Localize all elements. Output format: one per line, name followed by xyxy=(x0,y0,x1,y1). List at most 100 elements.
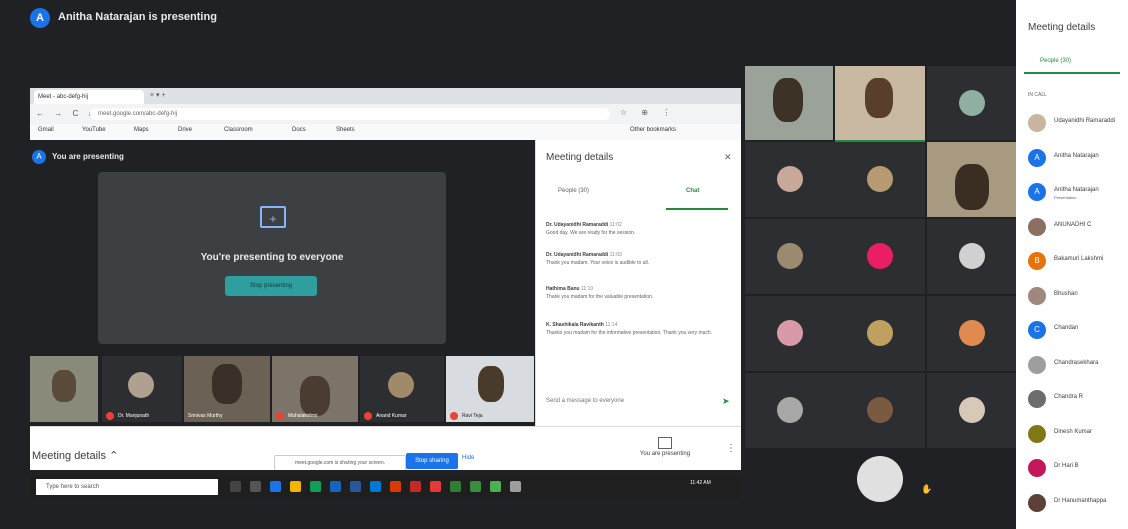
grid-tile[interactable] xyxy=(745,66,833,140)
strip-tile[interactable]: Anand Kumar xyxy=(360,356,444,422)
hide-button[interactable]: Hide xyxy=(462,455,474,461)
participant-row[interactable]: Dr Hari B xyxy=(1028,457,1128,481)
taskbar-app-icon[interactable] xyxy=(310,481,321,492)
stop-sharing-button[interactable]: Stop sharing xyxy=(406,453,458,469)
strip-tile[interactable]: Ravi Teja xyxy=(446,356,534,422)
grid-tile[interactable] xyxy=(745,296,835,371)
tab-controls[interactable]: × ▾ + xyxy=(150,91,166,99)
grid-tile-active-speaker[interactable] xyxy=(835,66,925,142)
grid-tile[interactable] xyxy=(745,373,835,448)
more-options-icon[interactable]: ⋮ xyxy=(726,443,736,454)
present-screen-icon: + xyxy=(260,206,286,228)
tab-chat[interactable]: Chat xyxy=(686,188,699,194)
participant-row[interactable]: Chandrasekhara xyxy=(1028,354,1128,378)
participant-grid: ✋ xyxy=(745,66,1016,529)
participant-row[interactable]: Chandra R xyxy=(1028,388,1128,412)
stop-presenting-button[interactable]: Stop presenting xyxy=(225,276,317,296)
avatar xyxy=(867,243,893,269)
bookmark-item[interactable]: Maps xyxy=(134,127,149,133)
bookmark-item[interactable]: Docs xyxy=(292,127,306,133)
url-field[interactable]: meet.google.com/abc-defg-hij xyxy=(90,108,610,120)
participants-panel-title: Meeting details xyxy=(1028,22,1096,33)
taskbar-app-icon[interactable] xyxy=(350,481,361,492)
participant-video-face xyxy=(955,164,989,210)
participant-video-face xyxy=(212,364,242,404)
bookmark-item[interactable]: Drive xyxy=(178,127,192,133)
chat-input[interactable]: Send a message to everyone xyxy=(546,398,624,404)
participant-row[interactable]: Dinesh Kumar xyxy=(1028,423,1128,447)
taskbar-app-icon[interactable] xyxy=(450,481,461,492)
participant-row[interactable]: A Anitha Natarajan Presentation xyxy=(1028,181,1128,205)
you-are-presenting-button[interactable]: You are presenting xyxy=(630,437,700,457)
tab-people[interactable]: People (30) xyxy=(1040,58,1071,64)
grid-tile[interactable] xyxy=(927,142,1016,217)
avatar xyxy=(857,456,903,502)
nav-buttons[interactable]: ← → C ⌂ xyxy=(36,109,97,118)
strip-tile[interactable]: Dr. Manjunath xyxy=(102,356,182,422)
toolbar-icons[interactable]: ☆ ⊕ ⋮ xyxy=(620,108,676,117)
grid-tile[interactable] xyxy=(927,219,1016,294)
participant-video-face xyxy=(478,366,504,402)
grid-tile[interactable] xyxy=(745,142,835,217)
participant-row[interactable]: Udayanidhi Ramaraddi xyxy=(1028,112,1128,136)
grid-tile[interactable] xyxy=(927,373,1016,448)
browser-tab[interactable]: Meet - abc-defg-hij xyxy=(34,90,144,104)
bookmark-item[interactable]: Other bookmarks xyxy=(630,127,676,133)
strip-tile[interactable]: Mahalakshmi xyxy=(272,356,358,422)
avatar: C xyxy=(1028,321,1046,339)
bookmark-item[interactable]: Gmail xyxy=(38,127,54,133)
send-icon[interactable]: ➤ xyxy=(722,396,730,407)
taskbar-app-icon[interactable] xyxy=(510,481,521,492)
taskbar-app-icon[interactable] xyxy=(390,481,401,492)
strip-tile[interactable]: Srinivas Murthy xyxy=(184,356,270,422)
taskbar-search-input[interactable]: Type here to search xyxy=(36,479,218,495)
close-icon[interactable]: ✕ xyxy=(724,152,732,163)
chat-panel-title: Meeting details xyxy=(546,152,614,163)
chat-message: Hathima Banu 11:10 Thank you madam for t… xyxy=(546,286,732,301)
avatar: A xyxy=(1028,148,1046,167)
avatar xyxy=(867,166,893,192)
grid-tile[interactable] xyxy=(835,373,925,448)
participant-row[interactable]: B Bakamuri Lakshmi xyxy=(1028,250,1128,274)
raise-hand-icon[interactable]: ✋ xyxy=(921,484,932,495)
strip-tile-name: Anand Kumar xyxy=(376,413,407,419)
presenter-avatar: A xyxy=(30,8,50,28)
taskbar-app-icon[interactable] xyxy=(410,481,421,492)
grid-tile[interactable] xyxy=(927,296,1016,371)
meet-bottom-bar: Meeting details ⌃ meet.google.com is sha… xyxy=(30,426,741,470)
avatar xyxy=(777,166,803,192)
bookmark-item[interactable]: Sheets xyxy=(336,127,355,133)
grid-tile[interactable] xyxy=(835,142,925,217)
bookmark-item[interactable]: YouTube xyxy=(82,127,106,133)
taskbar-clock[interactable]: 11:42 AM xyxy=(690,480,711,486)
taskbar-app-icon[interactable] xyxy=(430,481,441,492)
bookmark-item[interactable]: Classroom xyxy=(224,127,253,133)
avatar xyxy=(777,397,803,423)
strip-tile[interactable] xyxy=(30,356,98,422)
grid-tile[interactable] xyxy=(927,66,1016,140)
participant-row[interactable]: Dr Hanumanthappa xyxy=(1028,492,1128,516)
tab-people[interactable]: People (30) xyxy=(558,188,589,194)
taskbar-app-icon[interactable] xyxy=(490,481,501,492)
self-view-tile[interactable] xyxy=(849,450,915,516)
taskbar-app-icon[interactable] xyxy=(290,481,301,492)
grid-tile[interactable] xyxy=(745,219,835,294)
taskbar-app-icon[interactable] xyxy=(250,481,261,492)
taskbar-app-icon[interactable] xyxy=(270,481,281,492)
participant-row[interactable]: C Chandan xyxy=(1028,319,1128,343)
grid-tile[interactable] xyxy=(835,296,925,371)
avatar xyxy=(1028,493,1046,512)
taskbar-app-icon[interactable] xyxy=(370,481,381,492)
meeting-details-button[interactable]: Meeting details ⌃ xyxy=(32,449,118,462)
chat-sender: Hathima Banu xyxy=(546,286,580,292)
task-view-icon[interactable] xyxy=(230,481,241,492)
taskbar-app-icon[interactable] xyxy=(330,481,341,492)
participant-row[interactable]: ANUNADHI C xyxy=(1028,216,1128,240)
taskbar-app-icon[interactable] xyxy=(470,481,481,492)
grid-tile[interactable] xyxy=(835,219,925,294)
avatar: A xyxy=(1028,183,1046,201)
participant-name: Chandra R xyxy=(1054,394,1084,400)
participant-row[interactable]: A Anitha Natarajan xyxy=(1028,147,1128,171)
participant-row[interactable]: Bhushan xyxy=(1028,285,1128,309)
strip-tile-name: Dr. Manjunath xyxy=(118,413,150,419)
